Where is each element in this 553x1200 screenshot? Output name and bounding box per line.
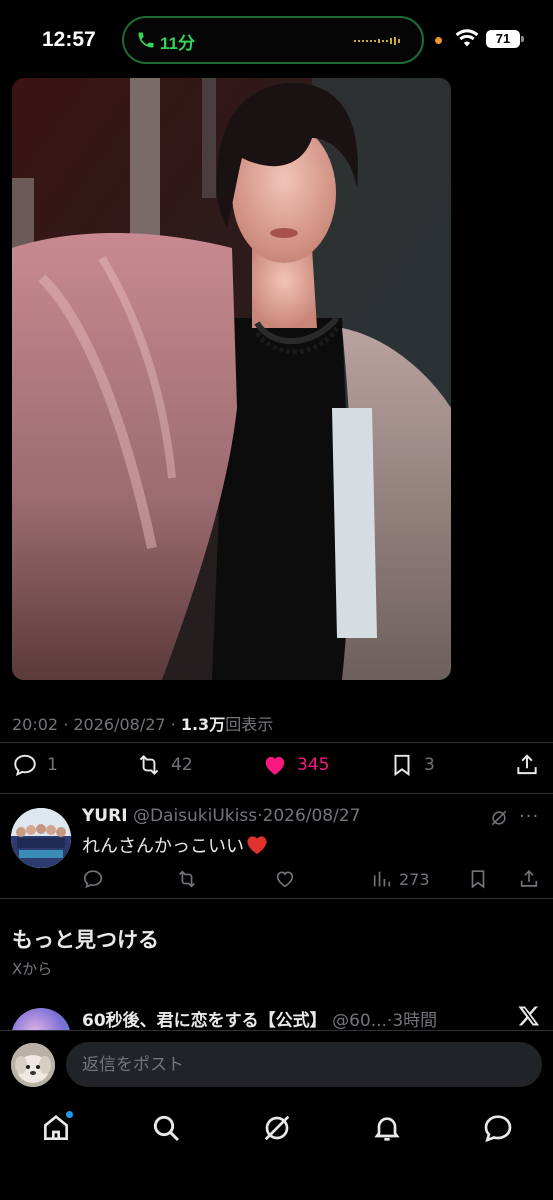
divider [0,898,553,899]
call-indicator-pill[interactable]: 11分 [122,16,424,64]
red-heart-emoji-icon [247,836,267,855]
avatar[interactable] [11,1008,71,1030]
bookmark-button[interactable]: 3 [389,752,435,778]
reply-view-count: 273 [399,869,430,889]
avatar[interactable] [11,808,71,868]
reply-reply-button[interactable] [82,868,104,890]
notification-dot [65,1110,74,1119]
share-icon [517,754,537,775]
suggested-post-header: 60秒後、君に恋をする【公式】 @60...·3時間 [82,1006,437,1030]
grok-icon [264,1115,290,1141]
nav-grok[interactable] [261,1112,293,1144]
discover-subheading: Xから [12,960,53,978]
reply-action-bar: 273 [0,868,553,892]
grok-icon[interactable] [489,808,509,828]
reply-count: 1 [47,755,58,775]
reply-author-name[interactable]: YURI [82,806,128,826]
bookmark-icon [394,754,410,777]
heart-icon [276,871,294,888]
chat-bubble-icon [484,1115,512,1143]
suggested-post[interactable]: 60秒後、君に恋をする【公式】 @60...·3時間 [0,1000,553,1030]
status-bar: 12:57 11分 71 [0,0,553,78]
portrait-photo-image [12,78,451,680]
post-view-count: 1.3万 [180,715,226,734]
reply-date: ·2026/08/27 [257,806,361,826]
reply-like-button[interactable] [274,868,296,890]
bookmark-icon [471,870,485,889]
share-icon [520,870,538,887]
reply-input[interactable] [66,1042,542,1087]
heart-filled-icon [265,756,285,775]
status-time: 12:57 [42,28,96,51]
suggested-post-time: ·3時間 [386,1011,438,1030]
post-view-label: 回表示 [225,715,274,734]
suggested-author-handle[interactable]: @60... [332,1011,387,1030]
reply-item[interactable]: YURI @DaisukiUkiss·2026/08/27 ··· れんさんかっ… [0,794,553,900]
reply-header: YURI @DaisukiUkiss·2026/08/27 [82,806,360,826]
like-count: 345 [297,755,330,775]
nav-notifications[interactable] [371,1112,403,1144]
nav-home[interactable] [40,1110,74,1144]
wifi-icon [455,29,479,47]
post-meta: 20:02 · 2026/08/27 · 1.3万回表示 [12,711,273,735]
call-duration: 11分 [160,34,195,53]
divider [0,742,553,743]
suggested-author-name[interactable]: 60秒後、君に恋をする【公式】 [82,1011,327,1030]
reply-author-handle[interactable]: @DaisukiUkiss [133,806,257,826]
privacy-indicator-dot [435,37,442,44]
bottom-navigation [0,1096,553,1200]
reply-views-button[interactable]: 273 [371,868,430,890]
x-logo-icon [518,1006,540,1026]
repost-button[interactable]: 42 [136,752,193,778]
reply-text-content: れんさんかっこいい [82,836,244,857]
phone-icon [138,32,154,48]
like-button[interactable]: 345 [262,752,329,778]
group-photo-avatar [11,808,71,868]
audio-wave-icon [354,37,400,45]
nav-messages[interactable] [482,1112,514,1144]
analytics-icon [373,871,391,887]
dog-avatar-image [11,1043,55,1087]
post-action-bar: 1 42 345 3 [0,752,553,782]
reply-composer [0,1030,553,1096]
share-button[interactable] [514,752,540,778]
reply-button[interactable]: 1 [12,752,58,778]
bookmark-count: 3 [424,755,435,775]
post-timestamp: 20:02 · 2026/08/27 · [12,715,181,734]
reply-text: れんさんかっこいい [82,832,268,858]
battery-indicator: 71 [486,30,524,48]
avatar[interactable] [11,1043,55,1087]
reply-icon [14,754,36,776]
reply-share-button[interactable] [518,868,540,890]
bell-icon [374,1117,400,1141]
repost-icon [139,754,159,776]
repost-icon [179,870,195,888]
search-icon [153,1115,180,1142]
repost-count: 42 [171,755,193,775]
reply-repost-button[interactable] [176,868,198,890]
post-photo[interactable] [12,78,451,680]
reply-bookmark-button[interactable] [467,868,489,890]
more-options-button[interactable]: ··· [519,806,539,827]
nav-search[interactable] [150,1112,182,1144]
reply-icon [83,870,103,889]
discover-heading: もっと見つける [12,928,159,952]
